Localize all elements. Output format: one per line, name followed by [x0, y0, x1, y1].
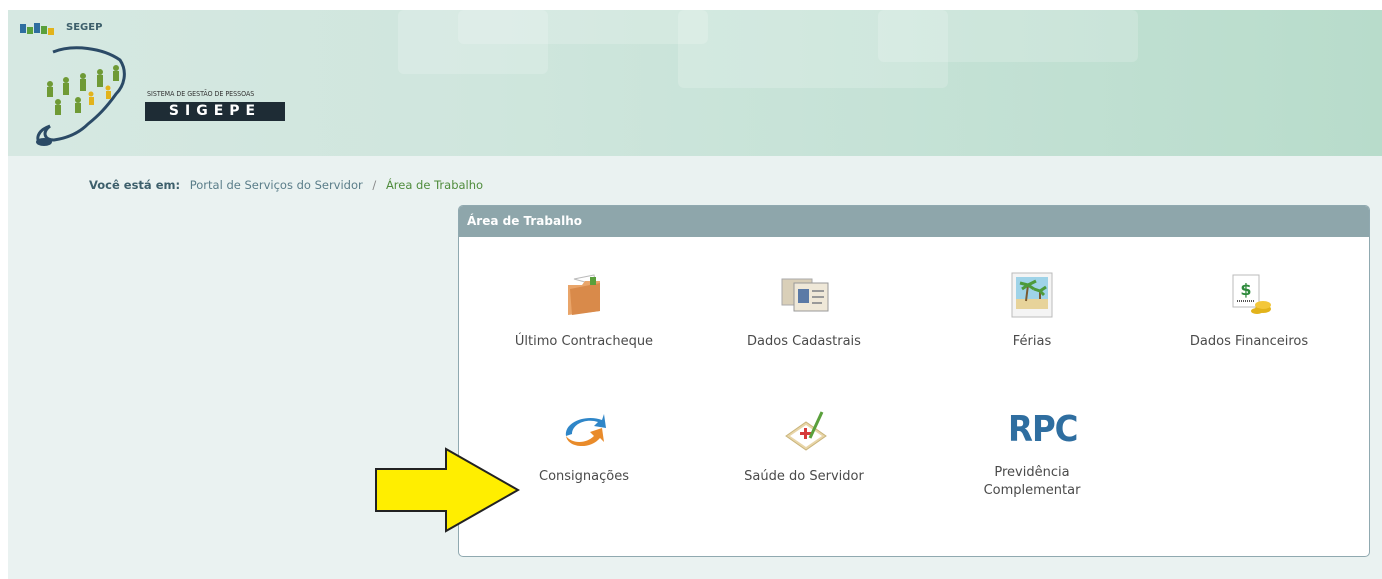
rpc-logo: RPC [1008, 409, 1078, 450]
beach-photo-icon [1011, 272, 1053, 318]
breadcrumb-separator: / [372, 178, 377, 192]
tile-label: Férias [1012, 334, 1052, 349]
tile-label: Consignações [539, 469, 629, 484]
tile-ferias[interactable]: Férias [947, 271, 1117, 381]
system-name-logo: SIGEPE [145, 102, 285, 121]
svg-text:$: $ [1240, 280, 1251, 299]
breadcrumb: Você está em: Portal de Serviços do Serv… [89, 178, 483, 192]
breadcrumb-item-portal[interactable]: Portal de Serviços do Servidor [190, 178, 363, 192]
tile-ultimo-contracheque[interactable]: Último Contracheque [499, 271, 669, 381]
org-name: SEGEP [66, 22, 103, 33]
tile-previdencia-complementar[interactable]: RPC Previdência Complementar [947, 406, 1117, 516]
tile-saude-do-servidor[interactable]: Saúde do Servidor [719, 406, 889, 516]
segep-logo-icon [20, 23, 54, 35]
system-subtitle: SISTEMA DE GESTÃO DE PESSOAS [147, 90, 255, 98]
tile-consignacoes[interactable]: Consignações [499, 406, 669, 516]
breadcrumb-label: Você está em: [89, 178, 181, 192]
panel-title: Área de Trabalho [459, 206, 1369, 237]
money-icon: $ [1232, 274, 1271, 314]
medical-clipboard-icon [785, 411, 827, 451]
yellow-arrow-icon [375, 447, 520, 533]
tile-label: Previdência Complementar [983, 465, 1081, 498]
work-area-panel: Área de Trabalho Último Contracheque Dad… [458, 205, 1370, 557]
tile-label: Último Contracheque [514, 334, 654, 349]
tile-dados-financeiros[interactable]: $ Dados Financeiros [1164, 271, 1334, 381]
tile-dados-cadastrais[interactable]: Dados Cadastrais [719, 271, 889, 381]
refresh-arrow-icon [565, 414, 606, 447]
folder-icon [568, 274, 600, 315]
tile-label: Dados Financeiros [1189, 334, 1309, 349]
tile-label: Dados Cadastrais [747, 334, 861, 349]
page-frame: SEGEP SISTEMA DE GESTÃO DE PESSOAS SIGEP… [8, 10, 1382, 579]
header-banner: SEGEP SISTEMA DE GESTÃO DE PESSOAS SIGEP… [8, 10, 1382, 156]
id-cards-icon [781, 278, 829, 312]
breadcrumb-item-current: Área de Trabalho [385, 178, 484, 192]
tile-label: Saúde do Servidor [744, 469, 864, 484]
sigepe-emblem-icon [36, 46, 126, 146]
